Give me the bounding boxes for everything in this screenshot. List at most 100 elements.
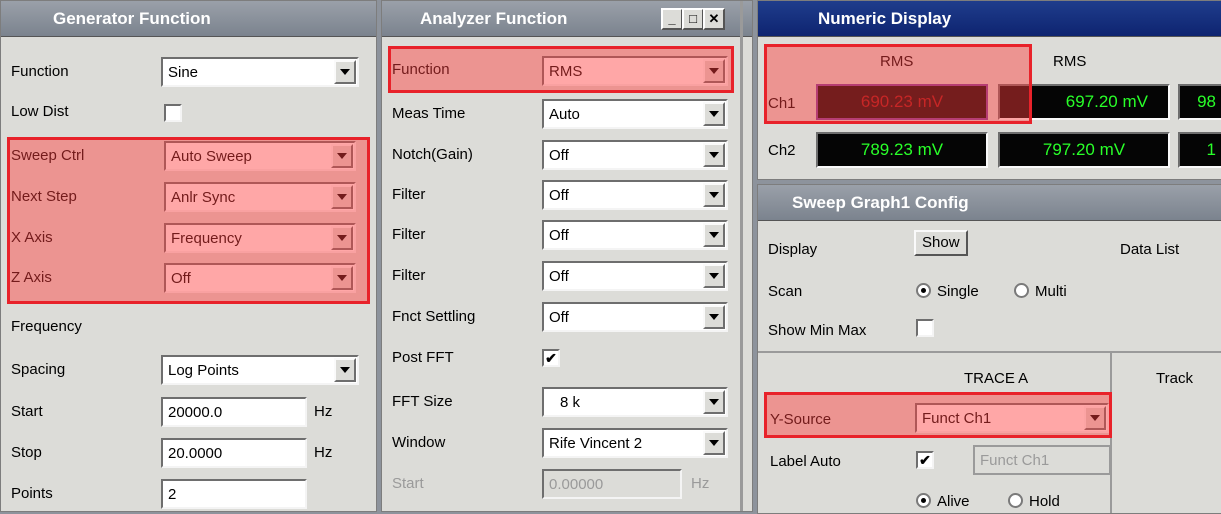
gen-frequency-heading: Frequency: [11, 318, 82, 335]
fnct-settling-dropdown[interactable]: Off: [542, 302, 728, 332]
ch1-meter-2: 697.20 mV: [998, 84, 1170, 120]
ch1-rms-meter: 690.23 mV: [816, 84, 988, 120]
label-auto-label: Label Auto: [770, 453, 841, 470]
chevron-down-icon[interactable]: [703, 264, 725, 288]
ana-notch-label: Notch(Gain): [392, 146, 473, 163]
ana-row-post-fft: Post FFT ✔: [382, 339, 752, 379]
chevron-down-icon[interactable]: [331, 185, 353, 209]
radio-unchecked-icon[interactable]: [1008, 493, 1023, 508]
trace-track-divider: [1110, 351, 1112, 513]
show-min-max-label: Show Min Max: [768, 322, 867, 339]
ana-filter-1-label: Filter: [392, 186, 426, 203]
x-axis-dropdown[interactable]: Frequency: [164, 223, 356, 253]
gen-points-input[interactable]: 2: [161, 479, 307, 509]
chevron-down-icon[interactable]: [334, 358, 356, 382]
show-button[interactable]: Show: [914, 230, 968, 256]
ana-fnct-settling-label: Fnct Settling: [392, 308, 476, 325]
ana-post-fft-label: Post FFT: [392, 349, 454, 366]
gen-low-dist-label: Low Dist: [11, 103, 69, 120]
label-text-field: Funct Ch1: [973, 445, 1111, 475]
filter-3-dropdown[interactable]: Off: [542, 261, 728, 291]
y-source-label: Y-Source: [770, 411, 832, 428]
gen-stop-unit: Hz: [314, 444, 333, 461]
gen-points-label: Points: [11, 485, 53, 502]
numeric-col1-header: RMS: [880, 53, 914, 70]
filter-1-dropdown[interactable]: Off: [542, 180, 728, 210]
window-dropdown[interactable]: Rife Vincent 2: [542, 428, 728, 458]
chevron-down-icon[interactable]: [703, 143, 725, 167]
trace-section-divider: [758, 351, 1221, 353]
ana-row-fnct-settling: Fnct Settling Off: [382, 298, 752, 338]
data-list-label[interactable]: Data List: [1120, 241, 1179, 258]
label-auto-checkbox[interactable]: ✔: [916, 451, 934, 469]
ch1-label: Ch1: [768, 95, 796, 112]
spacing-dropdown[interactable]: Log Points: [161, 355, 359, 385]
gen-stop-label: Stop: [11, 444, 42, 461]
sweep-ctrl-dropdown[interactable]: Auto Sweep: [164, 141, 356, 171]
chevron-down-icon[interactable]: [703, 390, 725, 414]
y-source-dropdown[interactable]: Funct Ch1: [915, 403, 1109, 433]
maximize-button[interactable]: □: [682, 8, 704, 30]
gen-row-z-axis: Z Axis Off: [1, 259, 376, 299]
gen-function-label: Function: [11, 63, 69, 80]
chevron-down-icon[interactable]: [703, 223, 725, 247]
ana-row-filter-1: Filter Off: [382, 176, 752, 216]
post-fft-checkbox[interactable]: ✔: [542, 349, 560, 367]
numeric-display-panel: Numeric Display RMS RMS Ch1 690.23 mV 69…: [757, 0, 1221, 180]
close-button[interactable]: ✕: [703, 8, 725, 30]
chevron-down-icon[interactable]: [703, 305, 725, 329]
gen-row-function: Function Sine: [1, 53, 376, 93]
gen-row-start: Start 20000.0 Hz: [1, 393, 376, 433]
ch1-meter-3: 98: [1178, 84, 1221, 120]
ana-window-label: Window: [392, 434, 446, 451]
radio-unchecked-icon[interactable]: [1014, 283, 1029, 298]
notch-dropdown[interactable]: Off: [542, 140, 728, 170]
next-step-dropdown[interactable]: Anlr Sync: [164, 182, 356, 212]
ana-row-window: Window Rife Vincent 2: [382, 424, 752, 464]
filter-2-dropdown[interactable]: Off: [542, 220, 728, 250]
gen-start-input[interactable]: 20000.0: [161, 397, 307, 427]
chevron-down-icon[interactable]: [703, 431, 725, 455]
show-min-max-checkbox[interactable]: [916, 319, 934, 337]
gen-x-axis-label: X Axis: [11, 229, 53, 246]
ana-meas-time-label: Meas Time: [392, 105, 466, 122]
chevron-down-icon[interactable]: [331, 266, 353, 290]
chevron-down-icon[interactable]: [703, 102, 725, 126]
chevron-down-icon[interactable]: [1084, 406, 1106, 430]
chevron-down-icon[interactable]: [331, 226, 353, 250]
ana-row-meas-time: Meas Time Auto: [382, 95, 752, 135]
gen-spacing-label: Spacing: [11, 361, 66, 378]
meas-time-dropdown[interactable]: Auto: [542, 99, 728, 129]
gen-row-x-axis: X Axis Frequency: [1, 219, 376, 259]
low-dist-checkbox[interactable]: [164, 104, 182, 122]
gen-sweep-ctrl-label: Sweep Ctrl: [11, 147, 85, 164]
alive-option[interactable]: Alive: [916, 493, 970, 510]
z-axis-dropdown[interactable]: Off: [164, 263, 356, 293]
chevron-down-icon[interactable]: [703, 59, 725, 83]
gen-stop-input[interactable]: 20.0000: [161, 438, 307, 468]
chevron-down-icon[interactable]: [703, 183, 725, 207]
gen-row-spacing: Spacing Log Points: [1, 351, 376, 391]
chevron-down-icon[interactable]: [331, 144, 353, 168]
gen-row-stop: Stop 20.0000 Hz: [1, 434, 376, 474]
chevron-down-icon[interactable]: [334, 60, 356, 84]
radio-checked-icon[interactable]: [916, 493, 931, 508]
generator-function-panel: Generator Function Function Sine Low Dis…: [0, 0, 377, 512]
ana-row-filter-2: Filter Off: [382, 216, 752, 256]
track-header: Track: [1156, 370, 1193, 387]
minimize-button[interactable]: _: [661, 8, 683, 30]
ana-start-unit: Hz: [691, 475, 710, 492]
radio-checked-icon[interactable]: [916, 283, 931, 298]
ana-function-dropdown[interactable]: RMS: [542, 56, 728, 86]
fft-size-dropdown[interactable]: 8 k: [542, 387, 728, 417]
gen-function-dropdown[interactable]: Sine: [161, 57, 359, 87]
gen-row-next-step: Next Step Anlr Sync: [1, 178, 376, 218]
sweep-panel-title: Sweep Graph1 Config: [758, 185, 1221, 221]
hold-option[interactable]: Hold: [1008, 493, 1060, 510]
scan-multi-option[interactable]: Multi: [1014, 283, 1067, 300]
scan-single-option[interactable]: Single: [916, 283, 979, 300]
gen-start-unit: Hz: [314, 403, 333, 420]
gen-row-sweep-ctrl: Sweep Ctrl Auto Sweep: [1, 137, 376, 177]
gen-row-low-dist: Low Dist: [1, 93, 376, 133]
gen-next-step-label: Next Step: [11, 188, 77, 205]
